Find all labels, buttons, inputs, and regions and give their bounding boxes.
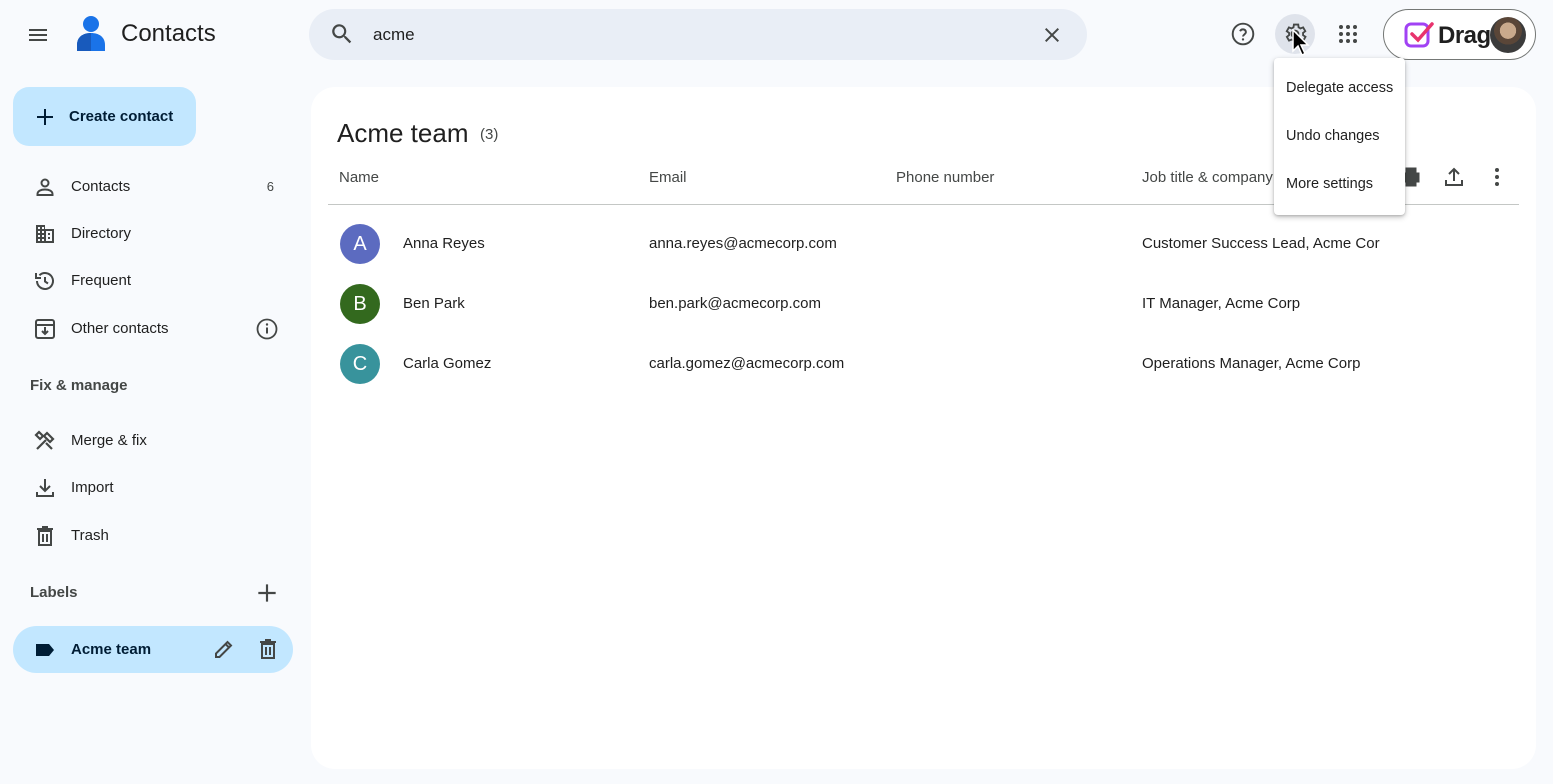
sidebar-label-acme-team[interactable]: Acme team — [13, 626, 293, 673]
contact-email: ben.park@acmecorp.com — [649, 295, 821, 312]
contact-email: anna.reyes@acmecorp.com — [649, 235, 837, 252]
sidebar-item-trash[interactable]: Trash — [13, 514, 293, 558]
more-vert-icon[interactable] — [1485, 165, 1509, 189]
contact-name: Ben Park — [403, 295, 465, 312]
search-bar[interactable] — [309, 9, 1087, 60]
archive-icon — [35, 319, 55, 339]
table-row[interactable]: A Anna Reyes anna.reyes@acmecorp.com Cus… — [328, 214, 1519, 274]
download-icon — [36, 479, 54, 497]
contact-name: Carla Gomez — [403, 355, 492, 372]
main-menu-button[interactable] — [18, 15, 58, 55]
hamburger-menu-icon — [29, 29, 47, 41]
mouse-cursor-icon — [1292, 29, 1310, 57]
table-row[interactable]: C Carla Gomez carla.gomez@acmecorp.com O… — [328, 334, 1519, 394]
sidebar-item-other-contacts[interactable]: Other contacts — [13, 307, 293, 351]
plus-icon — [37, 108, 53, 125]
sidebar-item-frequent[interactable]: Frequent — [13, 259, 293, 303]
pencil-icon[interactable] — [212, 637, 236, 661]
settings-menu: Delegate access Undo changes More settin… — [1274, 58, 1405, 215]
column-header-job: Job title & company — [1142, 169, 1273, 186]
sidebar-item-import[interactable]: Import — [13, 466, 293, 510]
menu-item-delegate-access[interactable]: Delegate access — [1274, 64, 1405, 112]
page-title: Acme team — [337, 118, 469, 148]
sidebar-item-label: Contacts — [71, 178, 131, 195]
tools-icon — [34, 430, 55, 450]
sidebar-item-label: Other contacts — [71, 320, 169, 337]
sidebar-item-label: Frequent — [71, 272, 132, 289]
contact-count: (3) — [480, 126, 499, 143]
history-icon — [35, 272, 54, 290]
contact-job: Customer Success Lead, Acme Corp — [1142, 235, 1380, 252]
column-header-name: Name — [339, 169, 380, 186]
app-title[interactable]: Contacts — [121, 20, 216, 48]
search-input[interactable] — [373, 17, 1013, 52]
sidebar-item-contacts[interactable]: Contacts 6 — [13, 165, 293, 209]
sidebar-item-directory[interactable]: Directory — [13, 212, 293, 256]
avatar: C — [340, 344, 380, 384]
contacts-count: 6 — [266, 179, 274, 194]
clear-search-button[interactable] — [1037, 20, 1067, 50]
account-chip[interactable]: Drag — [1383, 9, 1536, 60]
table-row[interactable]: B Ben Park ben.park@acmecorp.com IT Mana… — [328, 274, 1519, 334]
fix-manage-heading: Fix & manage — [30, 377, 128, 394]
sidebar-item-merge-fix[interactable]: Merge & fix — [13, 419, 293, 463]
export-upload-icon[interactable] — [1442, 165, 1466, 189]
trash-icon[interactable] — [256, 637, 280, 661]
label-tag-icon — [36, 644, 54, 656]
column-header-email: Email — [649, 169, 687, 186]
drag-extension-label: Drag — [1438, 22, 1491, 49]
person-icon — [36, 178, 54, 196]
contact-name: Anna Reyes — [403, 235, 485, 252]
apps-grid-icon — [1339, 25, 1357, 43]
search-icon[interactable] — [329, 21, 355, 47]
google-apps-button[interactable] — [1328, 14, 1368, 54]
avatar: A — [340, 224, 380, 264]
sidebar-label-text: Acme team — [71, 641, 152, 658]
drag-checkbox-icon — [1404, 22, 1434, 48]
create-contact-button[interactable]: Create contact — [13, 87, 196, 146]
close-icon — [1045, 28, 1059, 42]
help-button[interactable] — [1223, 14, 1263, 54]
labels-heading: Labels — [30, 584, 78, 601]
contact-email: carla.gomez@acmecorp.com — [649, 355, 845, 372]
contact-job: IT Manager, Acme Corp — [1142, 295, 1301, 312]
sidebar-item-label: Merge & fix — [71, 432, 147, 449]
sidebar-item-label: Import — [71, 479, 114, 496]
avatar: B — [340, 284, 380, 324]
account-avatar[interactable] — [1490, 17, 1526, 53]
building-icon — [36, 225, 54, 243]
sidebar-item-label: Directory — [71, 225, 132, 242]
trash-icon — [37, 526, 53, 546]
menu-item-undo-changes[interactable]: Undo changes — [1274, 112, 1405, 160]
column-header-phone: Phone number — [896, 169, 995, 186]
info-icon[interactable] — [255, 317, 279, 341]
create-contact-label: Create contact — [69, 108, 174, 125]
sidebar-item-label: Trash — [71, 527, 109, 544]
contacts-logo[interactable] — [74, 15, 108, 53]
menu-item-more-settings[interactable]: More settings — [1274, 160, 1405, 208]
help-icon — [1231, 22, 1255, 46]
add-label-plus-icon[interactable] — [254, 580, 280, 606]
contact-job: Operations Manager, Acme Corp — [1142, 355, 1361, 372]
